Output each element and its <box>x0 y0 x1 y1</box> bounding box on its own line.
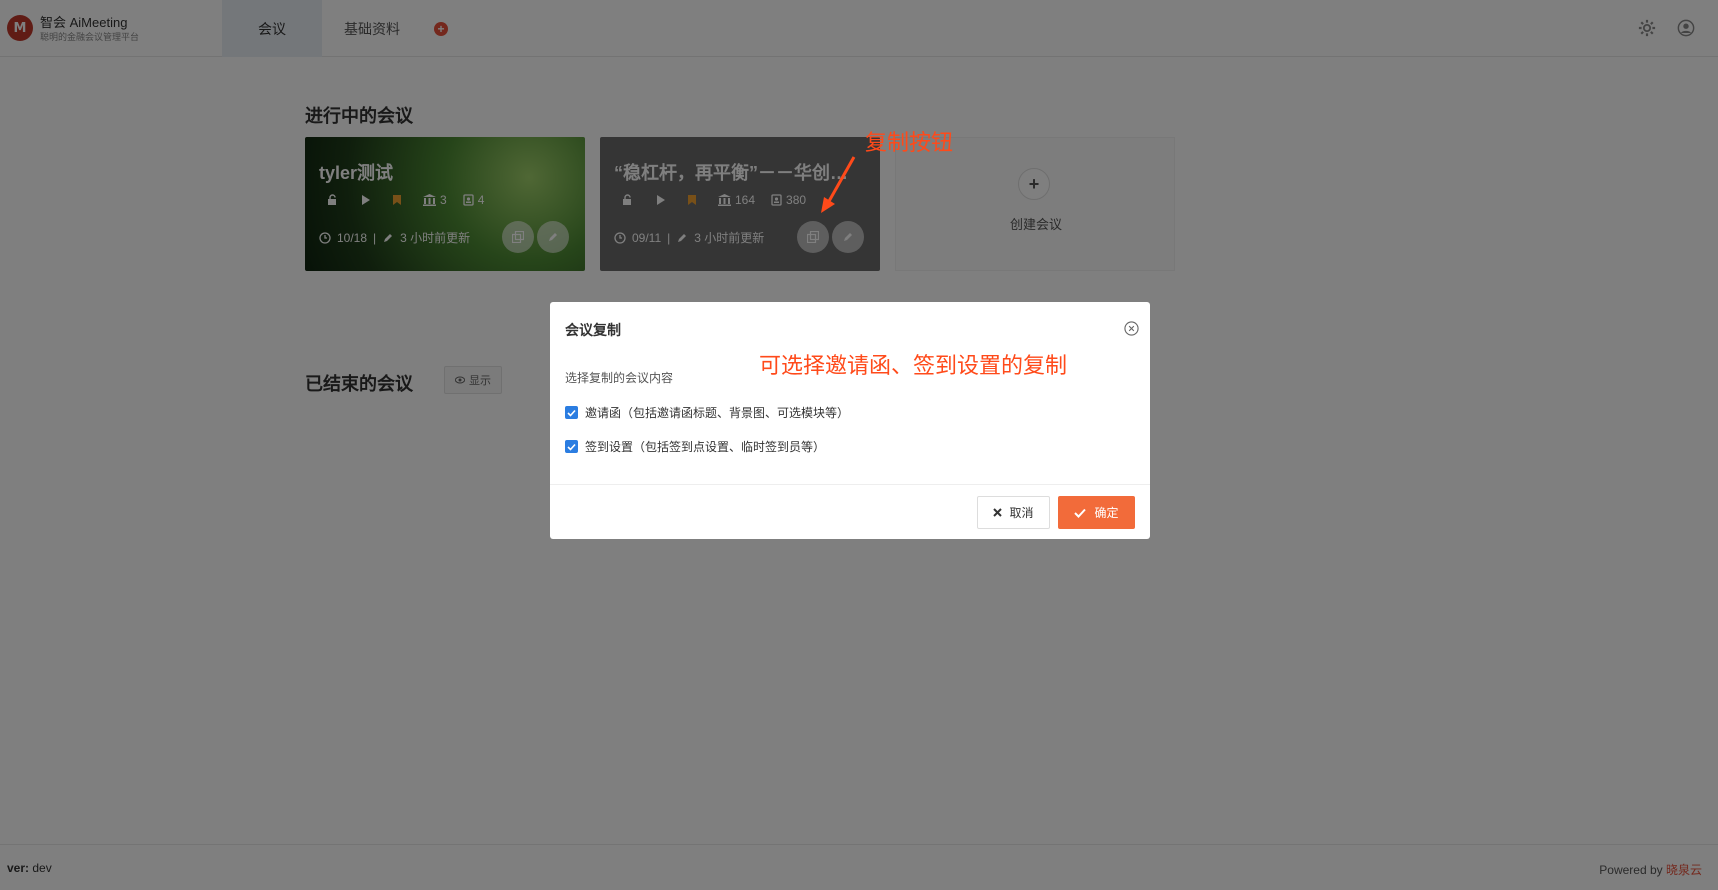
confirm-button[interactable]: 确定 <box>1058 496 1135 529</box>
dialog-divider <box>550 484 1150 485</box>
check-icon <box>567 409 576 417</box>
option-signin-label: 签到设置（包括签到点设置、临时签到员等） <box>585 440 826 454</box>
annotation-modal: 可选择邀请函、签到设置的复制 <box>759 353 1068 378</box>
x-icon <box>993 508 1003 517</box>
dialog-title: 会议复制 <box>565 322 621 338</box>
annotation-copy-button: 复制按钮 <box>865 130 954 155</box>
check-icon <box>567 443 576 451</box>
checkbox-signin[interactable] <box>565 440 578 453</box>
option-invitation-label: 邀请函（包括邀请函标题、背景图、可选模块等） <box>585 406 850 420</box>
copy-meeting-dialog: 会议复制 选择复制的会议内容 邀请函（包括邀请函标题、背景图、可选模块等） 签到… <box>550 302 1150 539</box>
annotation-arrow-icon <box>821 156 856 213</box>
option-invitation[interactable]: 邀请函（包括邀请函标题、背景图、可选模块等） <box>565 404 849 421</box>
cancel-button[interactable]: 取消 <box>977 496 1050 529</box>
dialog-subtitle: 选择复制的会议内容 <box>565 371 674 385</box>
option-signin[interactable]: 签到设置（包括签到点设置、临时签到员等） <box>565 438 825 455</box>
checkbox-invitation[interactable] <box>565 406 578 419</box>
close-icon[interactable] <box>1124 321 1139 336</box>
check-icon <box>1074 508 1087 518</box>
